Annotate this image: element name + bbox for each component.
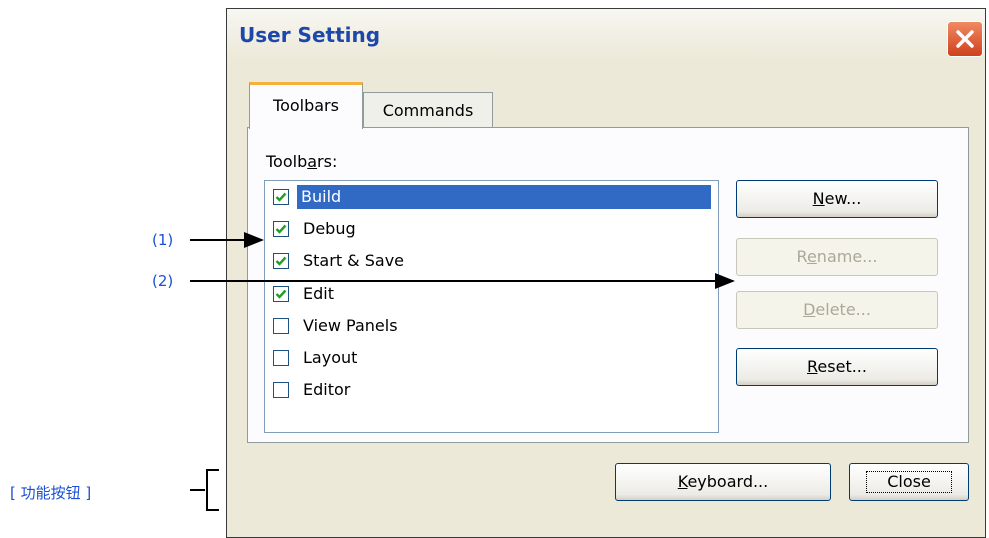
tab-commands[interactable]: Commands bbox=[363, 92, 493, 129]
checkbox-debug[interactable] bbox=[273, 221, 289, 237]
user-setting-dialog: User Setting Toolbars Commands Toolbars:… bbox=[226, 8, 986, 538]
rename-button[interactable]: Rename... bbox=[736, 238, 938, 276]
list-item-start-save[interactable]: Start & Save bbox=[267, 247, 715, 277]
toolbars-group-label: Toolbars: bbox=[266, 152, 338, 171]
list-item-layout[interactable]: Layout bbox=[267, 344, 715, 374]
close-icon bbox=[956, 30, 974, 48]
check-icon bbox=[275, 256, 287, 266]
dialog-title: User Setting bbox=[239, 23, 381, 47]
list-item-label: Debug bbox=[303, 219, 356, 238]
check-icon bbox=[275, 224, 287, 234]
function-buttons-label: [ 功能按钮 ] bbox=[10, 484, 92, 502]
checkbox-layout[interactable] bbox=[273, 350, 289, 366]
delete-button[interactable]: Delete... bbox=[736, 291, 938, 329]
list-item-view-panels[interactable]: View Panels bbox=[267, 312, 715, 342]
keyboard-button[interactable]: Keyboard... bbox=[615, 463, 831, 501]
annotation-1-label: (1) bbox=[152, 231, 174, 249]
checkbox-edit[interactable] bbox=[273, 286, 289, 302]
list-item-label: View Panels bbox=[303, 316, 398, 335]
list-item-label: Build bbox=[297, 185, 711, 209]
list-item-label: Editor bbox=[303, 380, 351, 399]
list-item-label: Edit bbox=[303, 284, 334, 303]
tab-toolbars[interactable]: Toolbars bbox=[249, 82, 363, 129]
check-icon bbox=[275, 192, 287, 202]
checkbox-start-save[interactable] bbox=[273, 253, 289, 269]
toolbars-tab-panel: Toolbars: Build Debug Start & Save Edit … bbox=[247, 127, 969, 443]
checkbox-view-panels[interactable] bbox=[273, 318, 289, 334]
checkbox-editor[interactable] bbox=[273, 382, 289, 398]
checkbox-build[interactable] bbox=[273, 189, 289, 205]
close-button[interactable]: Close bbox=[849, 463, 969, 501]
check-icon bbox=[275, 289, 287, 299]
annotation-2-label: (2) bbox=[152, 272, 174, 290]
reset-button[interactable]: Reset... bbox=[736, 348, 938, 386]
list-item-label: Layout bbox=[303, 348, 358, 367]
list-item-editor[interactable]: Editor bbox=[267, 376, 715, 406]
toolbars-listbox[interactable]: Build Debug Start & Save Edit View Panel… bbox=[264, 180, 719, 433]
function-buttons-bracket bbox=[190, 469, 219, 511]
list-item-edit[interactable]: Edit bbox=[267, 280, 715, 310]
close-window-button[interactable] bbox=[947, 21, 983, 57]
list-item-debug[interactable]: Debug bbox=[267, 215, 715, 245]
list-item-build[interactable]: Build bbox=[267, 183, 715, 213]
new-button[interactable]: New... bbox=[736, 180, 938, 218]
list-item-label: Start & Save bbox=[303, 251, 405, 270]
title-bar: User Setting bbox=[227, 9, 985, 61]
